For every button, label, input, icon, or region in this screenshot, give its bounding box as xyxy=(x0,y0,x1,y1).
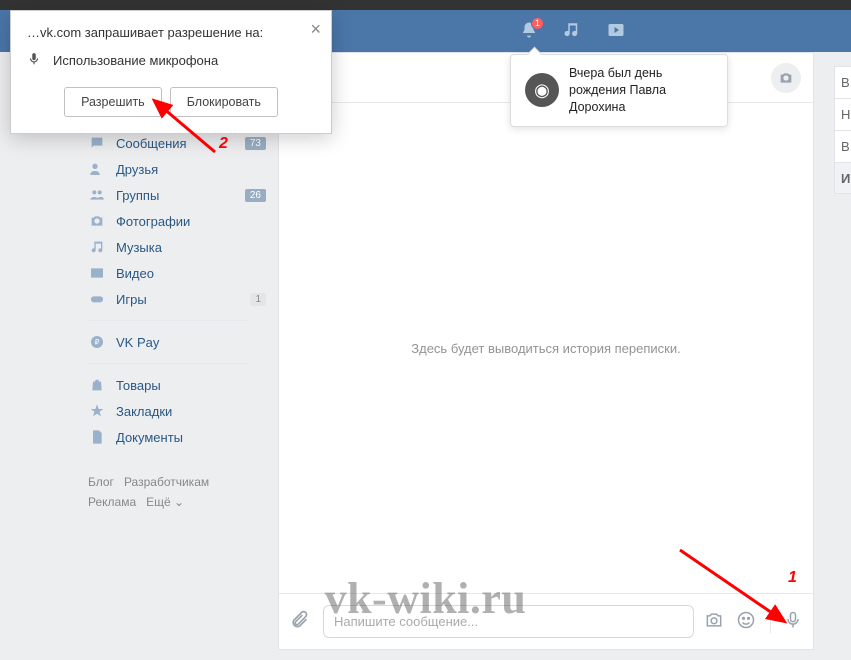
sidebar-item-label: Группы xyxy=(116,188,159,203)
rtab[interactable]: И xyxy=(834,162,851,194)
sidebar-item-games[interactable]: Игры 1 xyxy=(88,286,248,312)
chat-body: Здесь будет выводиться история переписки… xyxy=(279,104,813,593)
badge: 73 xyxy=(245,137,266,150)
close-icon[interactable]: × xyxy=(310,19,321,40)
sidebar-item-video[interactable]: Видео xyxy=(88,260,248,286)
allow-button[interactable]: Разрешить xyxy=(64,87,162,117)
sidebar-item-label: VK Pay xyxy=(116,335,159,350)
rtab[interactable]: Н xyxy=(834,98,851,130)
music-icon xyxy=(88,239,106,255)
sidebar-item-label: Товары xyxy=(116,378,161,393)
badge: 26 xyxy=(245,189,266,202)
sidebar-item-groups[interactable]: Группы 26 xyxy=(88,182,248,208)
notification-popup[interactable]: ◉ Вчера был день рождения Павла Дорохина xyxy=(510,54,728,127)
sidebar: Сообщения 73 Друзья Группы 26 Фотографии… xyxy=(88,130,248,513)
bag-icon xyxy=(88,377,106,393)
footer-links: Блог Разработчикам Реклама Ещё ⌄ xyxy=(88,472,248,513)
arrow-1-label: 1 xyxy=(788,569,797,586)
notification-text: Вчера был день рождения Павла Дорохина xyxy=(569,65,713,116)
notif-badge: 1 xyxy=(531,17,544,30)
attach-icon[interactable] xyxy=(289,610,313,633)
video-icon xyxy=(88,265,106,281)
svg-text:₽: ₽ xyxy=(95,338,100,347)
mic-icon xyxy=(27,52,41,69)
camera-icon xyxy=(88,213,106,229)
pay-icon: ₽ xyxy=(88,334,106,350)
sidebar-item-vkpay[interactable]: ₽ VK Pay xyxy=(88,329,248,355)
rtab[interactable]: В xyxy=(834,130,851,162)
bell-icon[interactable]: 1 xyxy=(520,21,538,42)
music-icon[interactable] xyxy=(563,21,581,42)
permission-mic-label: Использование микрофона xyxy=(53,53,218,68)
chat-empty-text: Здесь будет выводиться история переписки… xyxy=(411,341,680,356)
sidebar-item-label: Фотографии xyxy=(116,214,190,229)
camera-button[interactable] xyxy=(771,63,801,93)
badge: 1 xyxy=(250,293,266,306)
friends-icon xyxy=(88,161,106,177)
sidebar-item-bookmarks[interactable]: Закладки xyxy=(88,398,248,424)
permission-title: …vk.com запрашивает разрешение на: xyxy=(27,25,315,40)
sidebar-item-docs[interactable]: Документы xyxy=(88,424,248,450)
star-icon xyxy=(88,403,106,419)
footer-dev[interactable]: Разработчикам xyxy=(124,475,209,489)
sidebar-item-photos[interactable]: Фотографии xyxy=(88,208,248,234)
sidebar-item-label: Документы xyxy=(116,430,183,445)
sidebar-item-label: Закладки xyxy=(116,404,172,419)
sidebar-item-label: Видео xyxy=(116,266,154,281)
doc-icon xyxy=(88,429,106,445)
avatar: ◉ xyxy=(525,73,559,107)
sidebar-item-label: Музыка xyxy=(116,240,162,255)
message-input[interactable] xyxy=(323,605,694,638)
rtab[interactable]: В xyxy=(834,66,851,98)
play-icon[interactable] xyxy=(606,21,626,42)
right-tabs: В Н В И xyxy=(834,66,851,194)
gamepad-icon xyxy=(88,291,106,307)
footer-blog[interactable]: Блог xyxy=(88,475,114,489)
sidebar-item-goods[interactable]: Товары xyxy=(88,372,248,398)
sidebar-item-music[interactable]: Музыка xyxy=(88,234,248,260)
sidebar-item-label: Друзья xyxy=(116,162,158,177)
footer-ads[interactable]: Реклама xyxy=(88,495,136,509)
arrow-2-label: 2 xyxy=(218,135,228,152)
footer-more[interactable]: Ещё ⌄ xyxy=(146,495,184,509)
message-icon xyxy=(88,135,106,151)
groups-icon xyxy=(88,187,106,203)
sidebar-item-label: Игры xyxy=(116,292,147,307)
